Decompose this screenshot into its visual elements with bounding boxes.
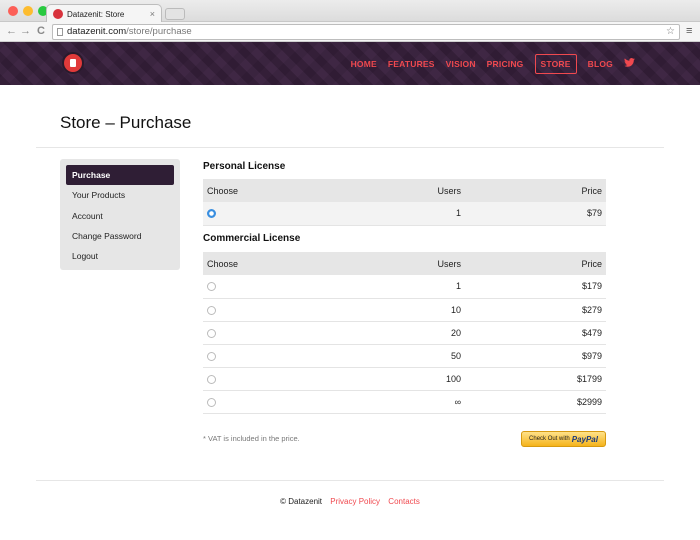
table-row[interactable]: 1 $179: [203, 275, 606, 299]
column-header-price: Price: [461, 252, 606, 275]
new-tab-button[interactable]: [165, 8, 185, 20]
nav-features[interactable]: FEATURES: [388, 59, 435, 69]
table-row[interactable]: 100 $1799: [203, 367, 606, 391]
table-header: Choose Users Price: [203, 252, 606, 275]
page-title: Store – Purchase: [60, 113, 192, 132]
users-cell: 100: [353, 367, 461, 391]
tab-title: Datazenit: Store: [67, 9, 125, 19]
commercial-license-table: Choose Users Price 1 $179 10 $279 20 $47…: [203, 252, 606, 414]
tab-close-icon[interactable]: ×: [150, 9, 155, 19]
url-host: datazenit.com: [67, 26, 127, 37]
account-sidebar: Purchase Your Products Account Change Pa…: [60, 159, 180, 270]
site-header: HOME FEATURES VISION PRICING STORE BLOG: [0, 42, 700, 85]
sidebar-item-account[interactable]: Account: [66, 206, 174, 226]
users-cell: 10: [353, 298, 461, 322]
license-radio[interactable]: [207, 374, 216, 384]
page-icon: [57, 28, 63, 36]
nav-pricing[interactable]: PRICING: [487, 59, 524, 69]
users-cell: 1: [353, 275, 461, 299]
sidebar-item-your-products[interactable]: Your Products: [66, 185, 174, 205]
commercial-license-title: Commercial License: [203, 233, 301, 244]
personal-license-table: Choose Users Price 1 $79: [203, 179, 606, 226]
table-header: Choose Users Price: [203, 179, 606, 202]
nav-blog[interactable]: BLOG: [588, 59, 613, 69]
price-cell: $179: [461, 275, 606, 299]
nav-store[interactable]: STORE: [534, 54, 577, 74]
price-cell: $979: [461, 344, 606, 368]
users-cell: 1: [353, 202, 461, 226]
sidebar-item-purchase[interactable]: Purchase: [66, 165, 174, 185]
table-row[interactable]: 50 $979: [203, 344, 606, 368]
bookmark-star-icon[interactable]: ☆: [666, 25, 675, 39]
copyright: © Datazenit: [280, 497, 323, 506]
table-row[interactable]: 1 $79: [203, 202, 606, 226]
license-radio[interactable]: [207, 209, 216, 219]
price-cell: $79: [461, 202, 606, 226]
column-header-price: Price: [461, 179, 606, 202]
reload-icon[interactable]: C: [37, 25, 45, 37]
license-radio[interactable]: [207, 351, 216, 361]
license-radio[interactable]: [207, 282, 216, 292]
price-cell: $479: [461, 321, 606, 345]
close-window-button[interactable]: [8, 6, 18, 16]
personal-license-title: Personal License: [203, 161, 286, 172]
address-bar[interactable]: datazenit.com/store/purchase ☆: [52, 24, 680, 40]
price-cell: $2999: [461, 390, 606, 414]
footer: © Datazenit Privacy Policy Contacts: [0, 497, 700, 506]
divider: [36, 147, 664, 148]
twitter-icon[interactable]: [624, 58, 635, 70]
paypal-checkout-button[interactable]: Check Out with PayPal: [521, 431, 606, 447]
users-cell: ∞: [353, 390, 461, 414]
url-path: /store/purchase: [126, 26, 192, 37]
table-row[interactable]: 10 $279: [203, 298, 606, 322]
price-cell: $279: [461, 298, 606, 322]
table-row[interactable]: ∞ $2999: [203, 390, 606, 414]
column-header-choose: Choose: [203, 252, 353, 275]
column-header-users: Users: [353, 179, 461, 202]
license-radio[interactable]: [207, 328, 216, 338]
divider: [36, 480, 664, 481]
users-cell: 20: [353, 321, 461, 345]
browser-menu-icon[interactable]: ≡: [686, 25, 692, 37]
sidebar-item-logout[interactable]: Logout: [66, 246, 174, 266]
forward-icon[interactable]: →: [20, 25, 31, 37]
nav-vision[interactable]: VISION: [446, 59, 476, 69]
window-controls: [8, 6, 48, 16]
sidebar-item-change-password[interactable]: Change Password: [66, 226, 174, 246]
browser-toolbar: ← → C datazenit.com/store/purchase ☆ ≡: [0, 22, 700, 42]
license-radio[interactable]: [207, 397, 216, 407]
favicon-icon: [53, 9, 63, 19]
browser-tabstrip: Datazenit: Store ×: [0, 0, 700, 23]
back-icon[interactable]: ←: [6, 25, 17, 37]
column-header-choose: Choose: [203, 179, 353, 202]
privacy-policy-link[interactable]: Privacy Policy: [330, 497, 380, 506]
nav-home[interactable]: HOME: [351, 59, 377, 69]
column-header-users: Users: [353, 252, 461, 275]
contacts-link[interactable]: Contacts: [388, 497, 420, 506]
paypal-prefix: Check Out with: [529, 436, 570, 442]
users-cell: 50: [353, 344, 461, 368]
paypal-logo: PayPal: [571, 434, 598, 444]
table-row[interactable]: 20 $479: [203, 321, 606, 345]
main-nav: HOME FEATURES VISION PRICING STORE BLOG: [351, 54, 635, 74]
minimize-window-button[interactable]: [23, 6, 33, 16]
license-radio[interactable]: [207, 305, 216, 315]
browser-tab[interactable]: Datazenit: Store ×: [46, 4, 162, 23]
vat-note: * VAT is included in the price.: [203, 434, 300, 443]
price-cell: $1799: [461, 367, 606, 391]
datazenit-logo[interactable]: [62, 52, 84, 74]
